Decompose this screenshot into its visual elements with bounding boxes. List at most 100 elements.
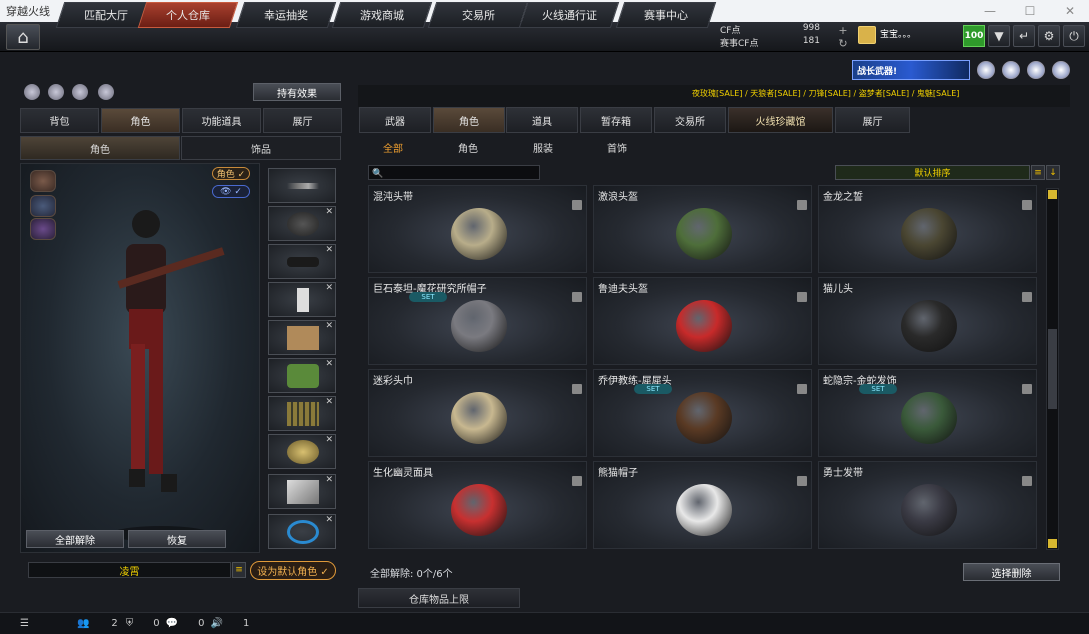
outfit-icon[interactable] <box>30 195 56 217</box>
accessory-icon[interactable] <box>30 218 56 240</box>
tool-icon-1[interactable] <box>24 84 40 100</box>
delete-button[interactable]: 选择删除 <box>963 563 1060 581</box>
item-card[interactable]: 熊猫帽子 <box>593 461 812 549</box>
lock-icon[interactable] <box>572 200 582 210</box>
promo-banner[interactable]: 战长武器! <box>852 60 970 80</box>
badge-icon-2[interactable] <box>1002 61 1020 79</box>
set-default-button[interactable]: 设为默认角色 ✓ <box>250 561 336 580</box>
add-currency-icon[interactable]: + ↻ <box>836 24 850 50</box>
slot-glasses[interactable]: ✕ <box>268 244 336 279</box>
badge-icon-3[interactable] <box>1027 61 1045 79</box>
scroll-up-icon[interactable] <box>1048 190 1057 199</box>
slot-rifle[interactable] <box>268 168 336 203</box>
lock-icon[interactable] <box>797 292 807 302</box>
remove-icon[interactable]: ✕ <box>325 515 333 525</box>
right-tab-3[interactable]: 暂存箱 <box>580 107 652 133</box>
nav-tab-4[interactable]: 交易所 <box>427 2 529 28</box>
left-tab-1[interactable]: 角色 <box>101 108 180 133</box>
lock-icon[interactable] <box>572 476 582 486</box>
role-badge[interactable]: 角色 ✓ <box>212 167 250 180</box>
right-tab-6[interactable]: 展厅 <box>835 107 910 133</box>
remove-icon[interactable]: ✕ <box>325 283 333 293</box>
badge-icon-4[interactable] <box>1052 61 1070 79</box>
nav-tab-1[interactable]: 个人仓库 <box>137 2 239 28</box>
effect-button[interactable]: 持有效果 <box>253 83 341 101</box>
minimize-icon[interactable]: — <box>970 0 1010 22</box>
slot-helmet[interactable]: ✕ <box>268 206 336 241</box>
filter-3[interactable]: 首饰 <box>607 140 627 155</box>
remove-icon[interactable]: ✕ <box>325 475 333 485</box>
return-icon[interactable]: ↵ <box>1013 25 1035 47</box>
sort-dropdown[interactable]: 默认排序 <box>835 165 1030 180</box>
lock-icon[interactable] <box>1022 200 1032 210</box>
scrollbar[interactable] <box>1046 188 1059 550</box>
remove-icon[interactable]: ✕ <box>325 245 333 255</box>
release-all-button[interactable]: 全部解除 <box>26 530 124 548</box>
home-icon[interactable]: ⌂ <box>6 24 40 50</box>
level-badge[interactable]: 100 <box>963 25 985 47</box>
item-card[interactable]: 猫儿头 <box>818 277 1037 365</box>
right-tab-0[interactable]: 武器 <box>359 107 431 133</box>
subtab-accessory[interactable]: 饰品 <box>181 136 341 160</box>
slot-herb[interactable]: ✕ <box>268 358 336 393</box>
character-preview[interactable] <box>20 163 260 553</box>
tool-icon-3[interactable] <box>72 84 88 100</box>
lock-icon[interactable] <box>1022 384 1032 394</box>
slot-radio[interactable]: ✕ <box>268 282 336 317</box>
slot-backpack[interactable]: ✕ <box>268 320 336 355</box>
maximize-icon[interactable]: ☐ <box>1010 0 1050 22</box>
tool-icon-4[interactable] <box>98 84 114 100</box>
item-card[interactable]: 乔伊教练-犀犀头 SET <box>593 369 812 457</box>
right-tab-2[interactable]: 道具 <box>506 107 578 133</box>
item-card[interactable]: 生化幽灵面具 <box>368 461 587 549</box>
nav-tab-3[interactable]: 游戏商城 <box>331 2 433 28</box>
list-icon[interactable]: ≡ <box>232 562 246 578</box>
filter-2[interactable]: 服装 <box>533 140 553 155</box>
item-card[interactable]: 鲁迪夫头盔 <box>593 277 812 365</box>
lock-icon[interactable] <box>572 292 582 302</box>
scroll-thumb[interactable] <box>1048 329 1057 409</box>
menu-icon[interactable]: ☰ <box>20 618 29 629</box>
scroll-down-icon[interactable] <box>1048 539 1057 548</box>
item-card[interactable]: 勇士发带 <box>818 461 1037 549</box>
remove-icon[interactable]: ✕ <box>325 397 333 407</box>
gear-icon[interactable]: ⚙ <box>1038 25 1060 47</box>
power-icon[interactable]: ⏻ <box>1063 25 1085 47</box>
nav-tab-2[interactable]: 幸运抽奖 <box>235 2 337 28</box>
item-card[interactable]: 激浪头盔 <box>593 185 812 273</box>
item-card[interactable]: 巨石泰坦-魔花研究所帽子 SET <box>368 277 587 365</box>
right-tab-1[interactable]: 角色 <box>433 107 505 133</box>
lock-icon[interactable] <box>797 384 807 394</box>
nav-tab-5[interactable]: 火线通行证 <box>518 2 620 28</box>
shield-icon[interactable]: ▼ <box>988 25 1010 47</box>
left-tab-2[interactable]: 功能道具 <box>182 108 261 133</box>
remove-icon[interactable]: ✕ <box>325 321 333 331</box>
left-tab-0[interactable]: 背包 <box>20 108 99 133</box>
character-name[interactable]: 凌霄 <box>28 562 231 578</box>
list-view-icon[interactable]: ≡ <box>1031 165 1045 180</box>
item-card[interactable]: 金龙之誓 <box>818 185 1037 273</box>
right-tab-4[interactable]: 交易所 <box>654 107 726 133</box>
lock-icon[interactable] <box>1022 292 1032 302</box>
filter-1[interactable]: 角色 <box>458 140 478 155</box>
subtab-role[interactable]: 角色 <box>20 136 180 160</box>
remove-icon[interactable]: ✕ <box>325 435 333 445</box>
item-card[interactable]: 混沌头带 <box>368 185 587 273</box>
avatar[interactable] <box>858 26 876 44</box>
storage-limit-button[interactable]: 仓库物品上限 <box>358 588 520 608</box>
slot-claw[interactable]: ✕ <box>268 474 336 509</box>
nav-tab-6[interactable]: 赛事中心 <box>615 2 717 28</box>
role-icon[interactable] <box>30 170 56 192</box>
filter-0[interactable]: 全部 <box>383 140 403 155</box>
right-tab-5[interactable]: 火线珍藏馆 <box>728 107 833 133</box>
lock-icon[interactable] <box>797 200 807 210</box>
remove-icon[interactable]: ✕ <box>325 207 333 217</box>
visibility-badge[interactable]: 👁 ✓ <box>212 185 250 198</box>
lock-icon[interactable] <box>797 476 807 486</box>
lock-icon[interactable] <box>1022 476 1032 486</box>
restore-button[interactable]: 恢复 <box>128 530 226 548</box>
slot-ammo[interactable]: ✕ <box>268 396 336 431</box>
slot-ornament[interactable]: ✕ <box>268 434 336 469</box>
search-input[interactable]: 🔍 <box>368 165 540 180</box>
refresh-icon[interactable] <box>48 84 64 100</box>
